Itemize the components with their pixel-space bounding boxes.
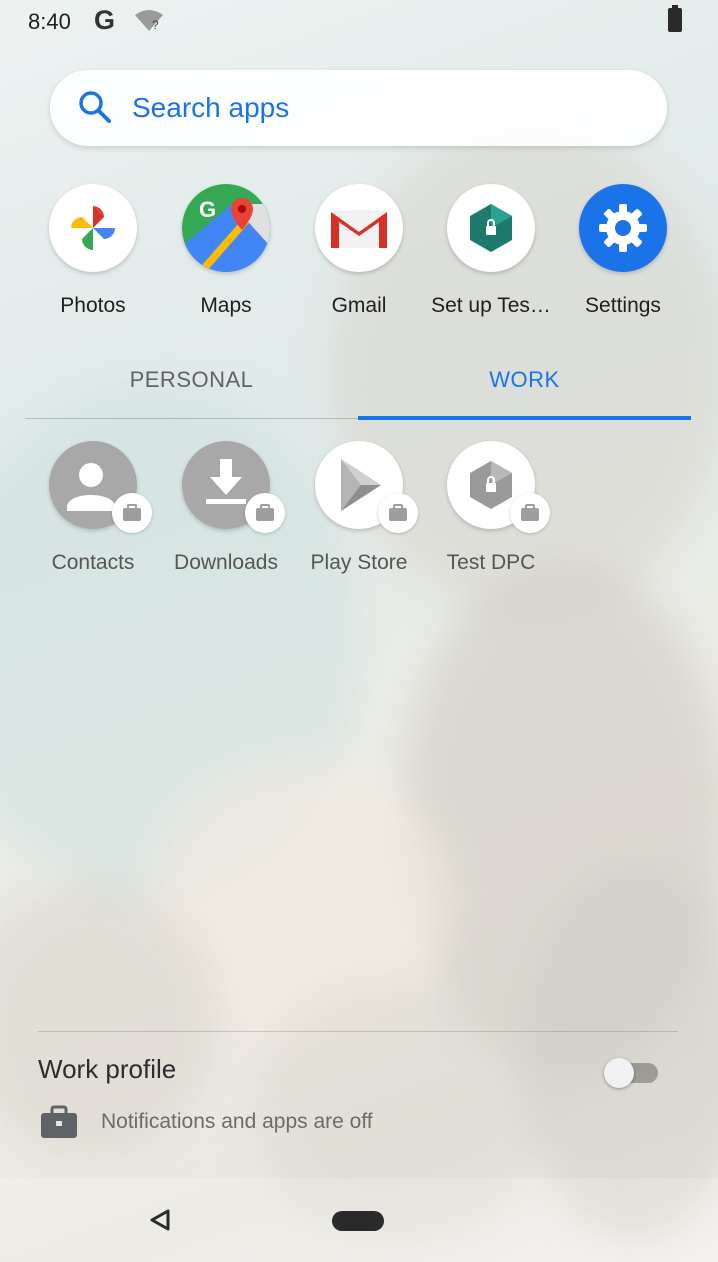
app-label: Settings: [585, 294, 661, 317]
status-bar: 8:40 G ?: [0, 0, 718, 44]
app-label: Test DPC: [446, 551, 536, 574]
app-label: Maps: [200, 294, 252, 317]
battery-icon: [668, 5, 682, 32]
back-icon[interactable]: [148, 1208, 172, 1237]
footer-divider: [38, 1031, 678, 1032]
work-badge-icon: [378, 493, 418, 533]
photos-icon: [49, 184, 137, 272]
app-label: Set up Tes…: [431, 294, 551, 317]
wifi-question-glyph: ?: [152, 18, 159, 32]
navigation-bar: [0, 1178, 718, 1262]
search-placeholder: Search apps: [132, 92, 290, 123]
app-photos[interactable]: Photos: [28, 184, 158, 324]
app-label: Contacts: [51, 551, 135, 574]
gmail-icon: [315, 184, 403, 272]
app-play-store[interactable]: Play Store: [294, 441, 424, 581]
work-profile-status: Notifications and apps are off: [101, 1110, 373, 1133]
work-badge-icon: [245, 493, 285, 533]
status-time: 8:40: [28, 9, 71, 34]
maps-icon: G: [182, 184, 270, 272]
search-icon: [78, 90, 112, 129]
profile-tabs: PERSONAL WORK: [25, 355, 691, 421]
app-maps[interactable]: G Maps: [161, 184, 291, 324]
app-contacts[interactable]: Contacts: [28, 441, 158, 581]
app-downloads[interactable]: Downloads: [161, 441, 291, 581]
work-badge-icon: [510, 493, 550, 533]
svg-text:G: G: [199, 197, 216, 222]
launcher-screen: 8:40 G ? Search apps Photos G Maps Gmail…: [0, 0, 718, 1262]
setup-test-dpc-icon: [447, 184, 535, 272]
app-label: Photos: [60, 294, 126, 317]
briefcase-icon: [40, 1105, 78, 1144]
work-profile-title: Work profile: [38, 1054, 177, 1084]
app-settings[interactable]: Settings: [558, 184, 688, 324]
app-label: Gmail: [331, 294, 387, 317]
settings-icon: [579, 184, 667, 272]
home-pill[interactable]: [332, 1211, 384, 1231]
app-label: Downloads: [174, 551, 278, 574]
toggle-thumb: [604, 1058, 634, 1088]
app-label: Play Store: [310, 551, 408, 574]
search-bar[interactable]: Search apps: [50, 70, 667, 146]
wifi-icon: ?: [134, 9, 164, 38]
app-test-dpc[interactable]: Test DPC: [426, 441, 556, 581]
app-gmail[interactable]: Gmail: [294, 184, 424, 324]
work-badge-icon: [112, 493, 152, 533]
work-profile-toggle[interactable]: [604, 1058, 658, 1088]
tab-personal[interactable]: PERSONAL: [25, 355, 358, 419]
google-icon: G: [94, 5, 116, 35]
app-setup-test-dpc[interactable]: Set up Tes…: [426, 184, 556, 324]
tab-active-indicator: [358, 416, 691, 420]
tab-work[interactable]: WORK: [358, 355, 691, 419]
